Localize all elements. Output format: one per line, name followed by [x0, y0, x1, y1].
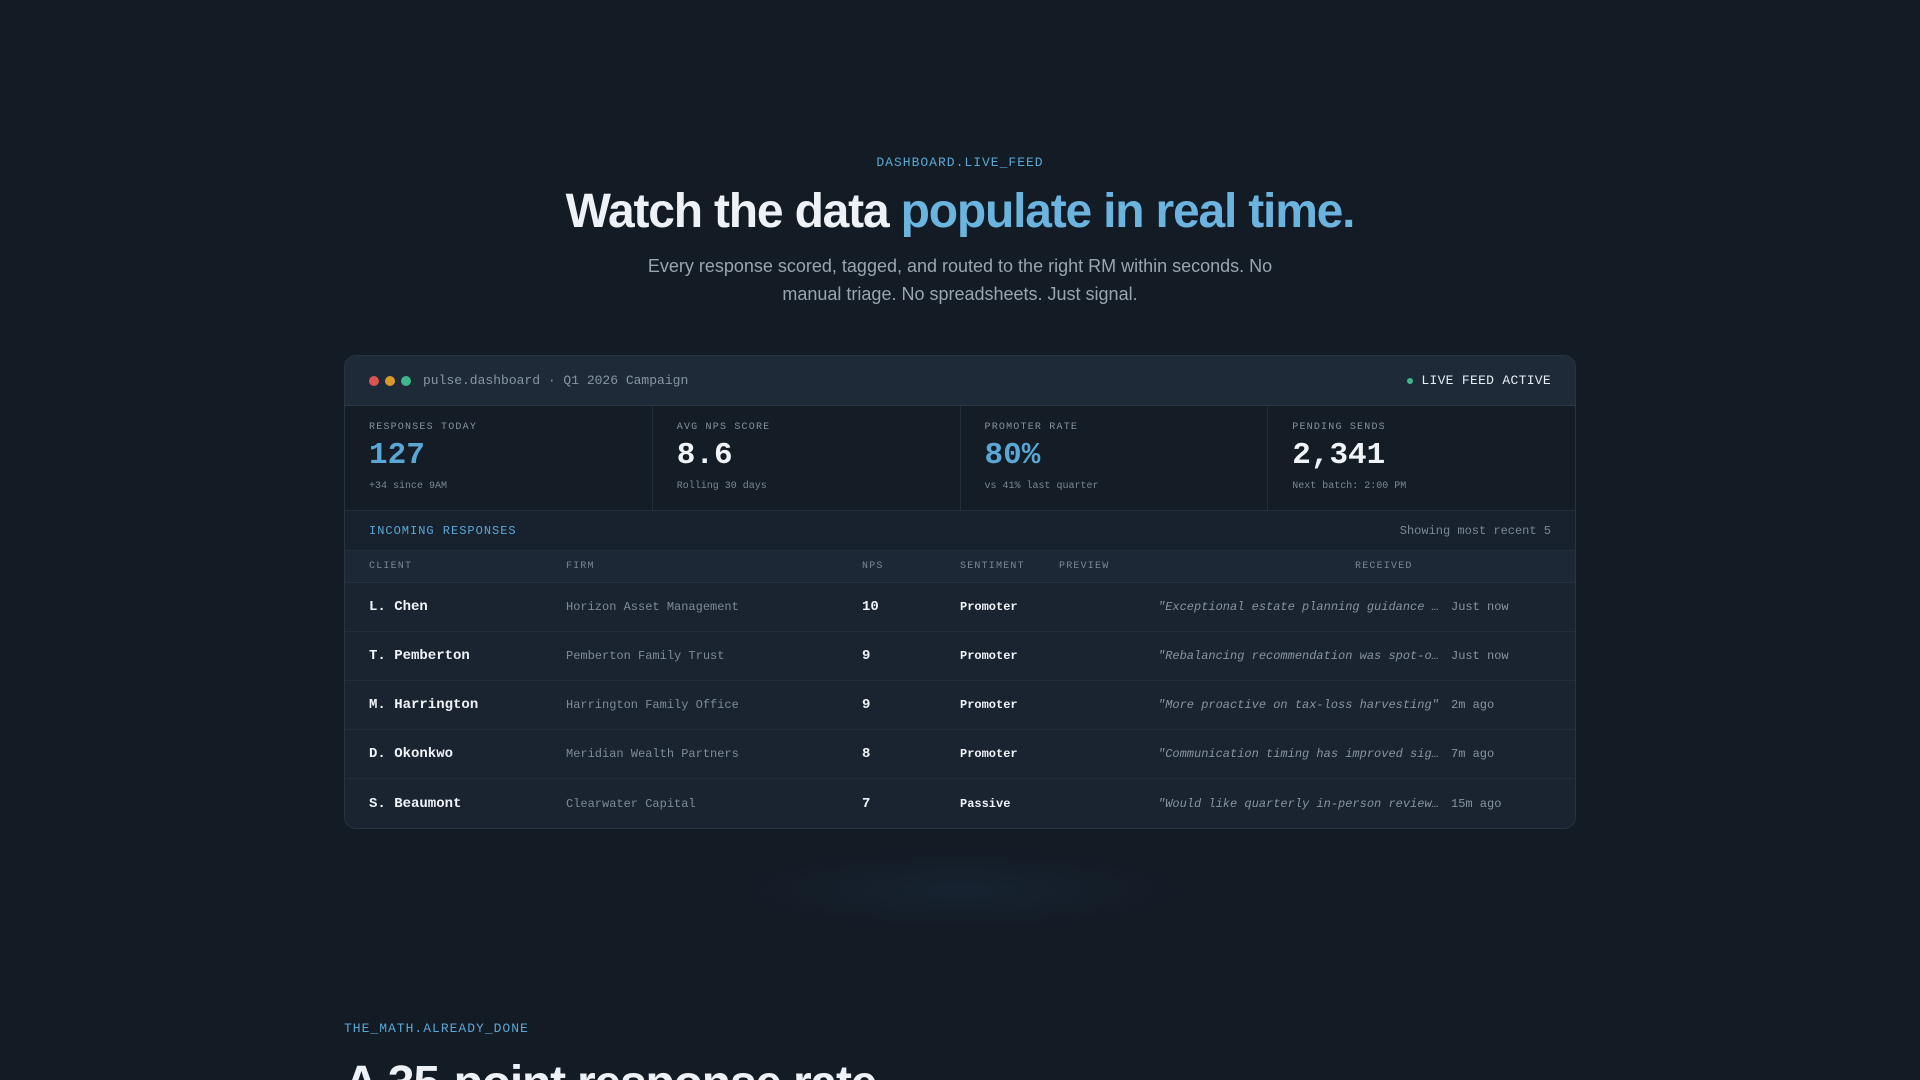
- cell-received: 15m ago: [1451, 796, 1502, 811]
- hero-subtitle: Every response scored, tagged, and route…: [647, 256, 1273, 304]
- cell-preview: "Would like quarterly in-person reviews": [1158, 796, 1447, 811]
- cell-sentiment: Promoter: [960, 747, 1018, 761]
- stat-note: vs 41% last quarter: [984, 481, 1099, 492]
- table-row[interactable]: T. Pemberton Pemberton Family Trust 9 Pr…: [345, 632, 1575, 681]
- background-glow: [740, 850, 1180, 930]
- column-header-received[interactable]: RECEIVED: [1355, 561, 1551, 572]
- section-eyebrow: THE_MATH.ALREADY_DONE: [344, 1021, 529, 1036]
- column-header-sentiment[interactable]: SENTIMENT: [960, 561, 1059, 572]
- cell-firm: Horizon Asset Management: [566, 600, 739, 614]
- cell-firm: Pemberton Family Trust: [566, 649, 725, 663]
- live-status-badge: LIVE FEED ACTIVE: [1407, 373, 1551, 388]
- cell-received: Just now: [1451, 600, 1509, 614]
- stat-label: PENDING SENDS: [1292, 422, 1386, 433]
- column-header-firm[interactable]: FIRM: [566, 561, 862, 572]
- stat-label: PROMOTER RATE: [984, 422, 1079, 433]
- table-row[interactable]: M. Harrington Harrington Family Office 9…: [345, 681, 1575, 730]
- cell-client: L. Chen: [369, 599, 428, 615]
- hero-title-accent: populate in real time.: [900, 185, 1356, 238]
- responses-title: INCOMING RESPONSES: [369, 523, 517, 538]
- responses-count-note: Showing most recent 5: [1399, 523, 1551, 538]
- cell-nps: 7: [862, 795, 871, 812]
- stat-value: 8.6: [676, 438, 733, 473]
- cell-sentiment: Passive: [960, 796, 1011, 811]
- dashboard-window: pulse.dashboard · Q1 2026 Campaign LIVE …: [344, 355, 1576, 829]
- table-row[interactable]: D. Okonkwo Meridian Wealth Partners 8 Pr…: [345, 730, 1575, 779]
- stat-value: 127: [369, 438, 425, 473]
- cell-received: Just now: [1451, 649, 1509, 663]
- table-row[interactable]: L. Chen Horizon Asset Management 10 Prom…: [345, 583, 1575, 632]
- column-header-nps[interactable]: NPS: [862, 561, 960, 572]
- cell-received: 7m ago: [1451, 747, 1495, 761]
- hero-title-plain: Watch the data: [565, 185, 901, 238]
- live-dot-icon: [1407, 377, 1414, 384]
- maximize-dot-icon[interactable]: [401, 375, 411, 386]
- cell-client: T. Pemberton: [369, 648, 470, 664]
- cell-nps: 9: [862, 697, 871, 713]
- cell-firm: Harrington Family Office: [566, 698, 739, 712]
- hero-eyebrow: DASHBOARD.LIVE_FEED: [876, 155, 1044, 170]
- table-header: CLIENT FIRM NPS SENTIMENT PREVIEW RECEIV…: [345, 551, 1575, 583]
- cell-preview: "Communication timing has improved signi…: [1158, 747, 1451, 761]
- cell-preview: "More proactive on tax-loss harvesting": [1158, 698, 1439, 712]
- cell-sentiment: Promoter: [960, 649, 1018, 663]
- stat-label: AVG NPS SCORE: [676, 422, 771, 433]
- stat-note: +34 since 9AM: [369, 481, 448, 492]
- column-header-preview[interactable]: PREVIEW: [1059, 561, 1355, 572]
- cell-sentiment: Promoter: [960, 698, 1018, 712]
- cell-preview: "Rebalancing recommendation was spot-on": [1158, 649, 1447, 663]
- cell-sentiment: Promoter: [960, 600, 1018, 614]
- stat-value: 2,341: [1292, 438, 1386, 473]
- stats-row: RESPONSES TODAY 127 +34 since 9AM AVG NP…: [345, 406, 1575, 511]
- minimize-dot-icon[interactable]: [385, 375, 395, 386]
- stat-label: RESPONSES TODAY: [369, 422, 478, 433]
- cell-client: S. Beaumont: [369, 795, 462, 812]
- stat-value: 80%: [984, 438, 1041, 473]
- responses-section-header: INCOMING RESPONSES Showing most recent 5: [345, 511, 1575, 551]
- stat-avg-nps: AVG NPS SCORE 8.6 Rolling 30 days: [653, 406, 961, 510]
- cell-client: D. Okonkwo: [369, 746, 454, 762]
- cell-firm: Clearwater Capital: [566, 796, 696, 811]
- table-row[interactable]: S. Beaumont Clearwater Capital 7 Passive…: [345, 779, 1575, 828]
- cell-nps: 8: [862, 746, 871, 762]
- cell-nps: 10: [862, 599, 879, 615]
- cell-nps: 9: [862, 648, 871, 664]
- cell-preview: "Exceptional estate planning guidance th…: [1158, 600, 1451, 614]
- page: DASHBOARD.LIVE_FEED Watch the data popul…: [0, 0, 1920, 1080]
- hero-title: Watch the data populate in real time.: [0, 184, 1920, 239]
- close-dot-icon[interactable]: [369, 375, 379, 386]
- live-status-text: LIVE FEED ACTIVE: [1421, 373, 1551, 388]
- cell-received: 2m ago: [1451, 698, 1495, 712]
- stat-note: Next batch: 2:00 PM: [1292, 481, 1407, 492]
- window-title: pulse.dashboard · Q1 2026 Campaign: [423, 373, 689, 388]
- stat-pending-sends: PENDING SENDS 2,341 Next batch: 2:00 PM: [1268, 406, 1575, 510]
- stat-note: Rolling 30 days: [676, 481, 767, 492]
- stat-promoter-rate: PROMOTER RATE 80% vs 41% last quarter: [961, 406, 1269, 510]
- column-header-client[interactable]: CLIENT: [369, 561, 566, 572]
- cell-client: M. Harrington: [369, 697, 479, 713]
- stat-responses-today: RESPONSES TODAY 127 +34 since 9AM: [345, 406, 653, 510]
- cell-firm: Meridian Wealth Partners: [566, 747, 739, 761]
- window-titlebar: pulse.dashboard · Q1 2026 Campaign LIVE …: [345, 356, 1575, 406]
- section-title: A 35-point response rate: [344, 1056, 877, 1080]
